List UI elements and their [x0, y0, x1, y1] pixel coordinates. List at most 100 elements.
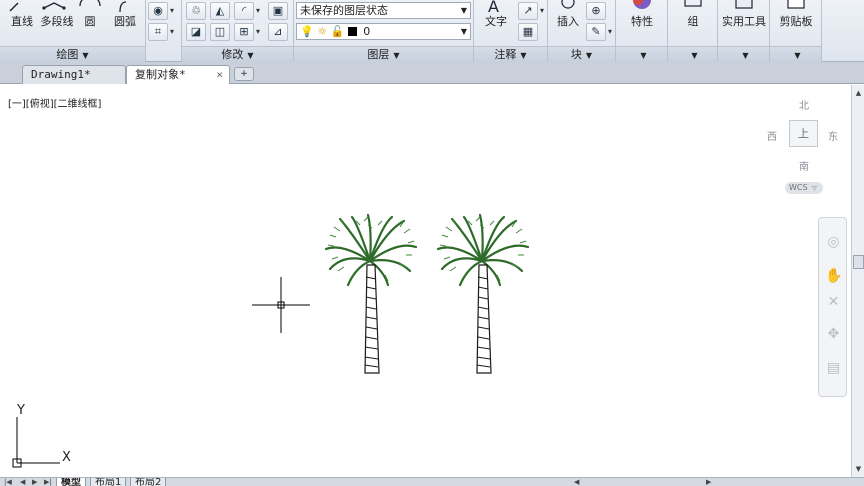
tab-layout2[interactable]: 布局2: [130, 478, 167, 486]
vertical-scrollbar[interactable]: ▲ ▼: [851, 85, 864, 477]
layout-tab-bar: |◀ ◀ ▶ ▶| 模型 布局1 布局2 ◀ ▶: [0, 477, 864, 486]
chevron-down-icon: ▼: [460, 27, 467, 36]
viewcube-north[interactable]: 北: [799, 97, 809, 112]
scroll-left-icon[interactable]: ◀: [574, 478, 579, 486]
move-icon: ♲: [191, 4, 201, 17]
text-icon: A: [488, 0, 499, 16]
line-button[interactable]: 直线: [4, 0, 40, 44]
chevron-down-icon: ▼: [691, 51, 698, 60]
steeringwheel-icon[interactable]: ◎: [825, 234, 842, 251]
last-layout-icon[interactable]: ▶|: [44, 478, 52, 486]
chevron-down-icon[interactable]: ▾: [170, 6, 174, 15]
circle-button[interactable]: 圆: [76, 0, 104, 44]
drawing-canvas[interactable]: [一][俯视][二维线框] Y X 北 西 东 南 上 WCS ▽ ◎ ✋ ✕ …: [0, 85, 851, 477]
stretch-tool-button[interactable]: ◪: [186, 23, 206, 41]
ribbon: 直线 多段线 圆 圆弧 绘图▼ ◉ ▾ ⌗ ▾ ♲ ◭ ◜ ▾ ▣ ◪ ◫ ⊞: [0, 0, 864, 62]
offset-tool-button[interactable]: ⊿: [268, 23, 288, 41]
clipboard-panel-title[interactable]: ▼: [770, 46, 821, 62]
viewcube-top-face[interactable]: 上: [789, 120, 818, 147]
next-layout-icon[interactable]: ▶: [32, 478, 37, 486]
utilities-button[interactable]: 实用工具: [718, 0, 770, 44]
annotation-panel-title[interactable]: 注释 ▼: [474, 46, 547, 62]
table-tool-button[interactable]: ▦: [518, 23, 538, 41]
prev-layout-icon[interactable]: ◀: [20, 478, 25, 486]
ellipse-tool-button[interactable]: ◉: [148, 2, 168, 20]
block-panel-title[interactable]: 块 ▼: [548, 46, 615, 62]
fillet-tool-button[interactable]: ◜: [234, 2, 254, 20]
chevron-down-icon[interactable]: ▾: [170, 27, 174, 36]
table-icon: ▦: [522, 25, 534, 38]
clipboard-icon: [787, 0, 805, 9]
tab-copy-objects[interactable]: 复制对象* ×: [126, 65, 230, 84]
layer-dropdown[interactable]: 💡 ☼ 🔓 0 ▼: [296, 23, 471, 40]
arc-button[interactable]: 圆弧: [108, 0, 142, 44]
group-icon: [684, 0, 702, 7]
utilities-panel-title[interactable]: ▼: [718, 46, 769, 62]
scroll-down-icon[interactable]: ▼: [853, 463, 864, 475]
tab-model[interactable]: 模型: [56, 478, 86, 486]
viewcube-east[interactable]: 东: [828, 128, 838, 143]
edit-block-button[interactable]: ✎: [586, 23, 606, 41]
first-layout-icon[interactable]: |◀: [4, 478, 12, 486]
group-panel-title[interactable]: ▼: [668, 46, 717, 62]
polyline-icon: [42, 2, 66, 10]
tab-layout1[interactable]: 布局1: [90, 478, 127, 486]
viewcube-south[interactable]: 南: [799, 158, 809, 173]
pan-hand-icon[interactable]: ✋: [825, 268, 842, 285]
text-button[interactable]: A 文字: [478, 0, 514, 44]
draw-panel-title[interactable]: 绘图 ▼: [0, 46, 145, 62]
viewcube-west[interactable]: 西: [767, 128, 777, 143]
showmotion-icon[interactable]: ▤: [825, 360, 842, 377]
mirror-tool-button[interactable]: ◭: [210, 2, 230, 20]
create-block-button[interactable]: ⊕: [586, 2, 606, 20]
chevron-down-icon[interactable]: ▾: [540, 6, 544, 15]
close-icon[interactable]: ×: [216, 66, 223, 83]
chevron-down-icon[interactable]: ▾: [608, 27, 612, 36]
scroll-right-icon[interactable]: ▶: [706, 478, 711, 486]
chevron-down-icon[interactable]: ▾: [256, 27, 260, 36]
chevron-down-icon: ▼: [393, 51, 400, 60]
zoom-icon[interactable]: ✕: [825, 294, 842, 311]
block-create-icon: ⊕: [591, 4, 601, 17]
chevron-down-icon: ▼: [640, 51, 647, 60]
ucs-y-label: Y: [17, 403, 25, 418]
grid-icon: ⊞: [239, 25, 249, 38]
offset-icon: ⊿: [273, 25, 283, 38]
polyline-button[interactable]: 多段线: [40, 0, 74, 44]
properties-panel: 特性 ▼: [616, 0, 668, 62]
scroll-up-icon[interactable]: ▲: [853, 87, 864, 99]
layers-panel-title[interactable]: 图层 ▼: [294, 46, 473, 62]
chevron-down-icon: ▼: [460, 6, 467, 15]
orbit-icon[interactable]: ✥: [825, 326, 842, 343]
move-tool-button[interactable]: ♲: [186, 2, 206, 20]
group-button[interactable]: 组: [668, 0, 718, 44]
block-panel: 插入 ⊕ ✎ ▾ 块 ▼: [548, 0, 616, 62]
properties-button[interactable]: 特性: [616, 0, 668, 44]
clipboard-button[interactable]: 剪贴板: [770, 0, 822, 44]
new-tab-button[interactable]: +: [234, 67, 254, 81]
modify-panel: ♲ ◭ ◜ ▾ ▣ ◪ ◫ ⊞ ▾ ⊿ 修改 ▼: [182, 0, 294, 62]
modify-panel-title[interactable]: 修改 ▼: [182, 46, 293, 62]
tab-drawing1[interactable]: Drawing1*: [22, 65, 126, 84]
layer-state-dropdown[interactable]: 未保存的图层状态 ▼: [296, 2, 471, 19]
arc-icon: [119, 1, 127, 13]
chevron-down-icon: ▼: [585, 51, 593, 60]
wcs-menu[interactable]: WCS ▽: [785, 182, 823, 194]
hatch-tool-button[interactable]: ⌗: [148, 23, 168, 41]
insert-button[interactable]: 插入: [550, 0, 586, 44]
rect-array-button[interactable]: ⊞: [234, 23, 254, 41]
scale-tool-button[interactable]: ◫: [210, 23, 230, 41]
ucs-x-label: X: [62, 450, 71, 465]
plus-icon: +: [240, 69, 248, 79]
scroll-thumb[interactable]: [853, 255, 864, 269]
crosshair-cursor: [252, 277, 310, 333]
palm-tree[interactable]: [322, 213, 418, 379]
viewport-label[interactable]: [一][俯视][二维线框]: [8, 95, 101, 110]
properties-panel-title[interactable]: ▼: [616, 46, 667, 62]
array-tool-button[interactable]: ▣: [268, 2, 288, 20]
leader-tool-button[interactable]: ↗: [518, 2, 538, 20]
chevron-down-icon: ▼: [82, 51, 89, 60]
palm-tree-copy[interactable]: [434, 213, 530, 379]
chevron-down-icon[interactable]: ▾: [256, 6, 260, 15]
draw-extra-panel: ◉ ▾ ⌗ ▾: [146, 0, 182, 62]
